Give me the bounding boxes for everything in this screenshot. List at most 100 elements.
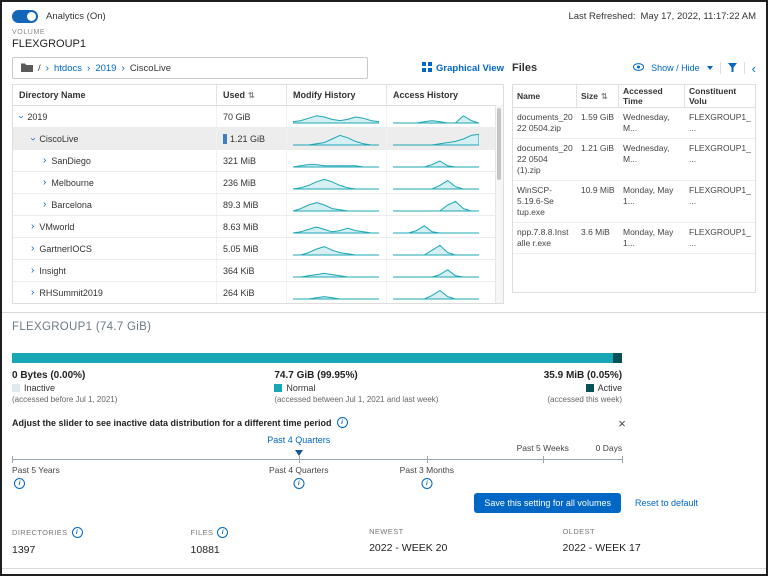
eye-icon — [633, 63, 644, 73]
volume-label: VOLUME — [12, 29, 756, 36]
slider-current-value: Past 4 Quarters — [267, 435, 330, 445]
file-name: npp.7.8.8.Installe r.exe — [513, 223, 577, 253]
info-icon[interactable]: i — [217, 527, 228, 538]
graphical-view-label: Graphical View — [436, 63, 504, 74]
breadcrumb-root[interactable]: / — [38, 63, 41, 74]
used-value: 364 KiB — [223, 266, 255, 276]
directory-table-body: › 2019 70 GiB › CiscoLive 1.21 GiB › San… — [13, 106, 503, 303]
col-modify-history: Modify History — [287, 85, 387, 105]
directory-row[interactable]: › CiscoLive 1.21 GiB — [13, 128, 503, 150]
slider-track — [12, 459, 622, 460]
directory-row[interactable]: › GartnerIOCS 5.05 MiB — [13, 238, 503, 260]
expand-chevron-icon[interactable]: › — [31, 288, 34, 298]
expand-chevron-icon[interactable]: › — [31, 266, 34, 276]
file-row[interactable]: documents_2022 0504 (1).zip 1.21 GiB Wed… — [513, 139, 755, 181]
file-constituent-volume: FLEXGROUP1_... — [685, 223, 755, 253]
file-name: documents_2022 0504.zip — [513, 108, 577, 138]
reset-to-default-link[interactable]: Reset to default — [635, 498, 698, 508]
active-value: 35.9 MiB (0.05%) — [544, 370, 622, 381]
page-title: FLEXGROUP1 — [12, 38, 756, 50]
directory-table: Directory Name Used⇅ Modify History Acce… — [12, 84, 504, 304]
expand-chevron-icon[interactable]: › — [43, 178, 46, 188]
stat-inactive: 0 Bytes (0.00%) Inactive (accessed befor… — [12, 370, 117, 404]
col-directory-name: Directory Name — [13, 85, 217, 105]
modify-history-sparkline — [287, 260, 387, 281]
file-accessed-time: Wednesday, M... — [619, 139, 685, 180]
modify-history-sparkline — [287, 172, 387, 193]
close-icon[interactable]: × — [618, 417, 626, 430]
expand-chevron-icon[interactable]: › — [28, 137, 38, 140]
modify-history-sparkline — [287, 128, 387, 149]
file-row[interactable]: npp.7.8.8.Installe r.exe 3.6 MiB Monday,… — [513, 223, 755, 254]
info-icon[interactable]: i — [293, 478, 304, 489]
expand-chevron-icon[interactable]: › — [16, 115, 26, 118]
analytics-toggle[interactable] — [12, 10, 38, 23]
stat-normal: 74.7 GiB (99.95%) Normal (accessed betwe… — [274, 370, 438, 404]
file-row[interactable]: documents_2022 0504.zip 1.59 GiB Wednesd… — [513, 108, 755, 139]
show-hide-button[interactable]: Show / Hide — [651, 63, 700, 73]
activity-section: FLEXGROUP1 (74.7 GiB) 0 Bytes (0.00%) In… — [12, 313, 756, 569]
directory-row[interactable]: › RHSummit2019 264 KiB — [13, 282, 503, 303]
access-history-sparkline — [387, 128, 503, 149]
modify-history-sparkline — [287, 106, 387, 127]
directory-name: SanDiego — [51, 156, 91, 166]
directory-row[interactable]: › Melbourne 236 MiB — [13, 172, 503, 194]
summary-newest: NEWEST 2022 - WEEK 20 — [369, 527, 562, 556]
access-history-sparkline — [387, 260, 503, 281]
summary-files: FILESi 10881 — [191, 527, 370, 556]
analytics-toggle-label: Analytics (On) — [46, 11, 106, 22]
directory-row[interactable]: › Insight 364 KiB — [13, 260, 503, 282]
info-icon[interactable]: i — [337, 417, 348, 428]
slider-tick — [427, 456, 428, 463]
col-used-sort[interactable]: Used⇅ — [217, 85, 287, 105]
file-row[interactable]: WinSCP-5.19.6-Se tup.exe 10.9 MiB Monday… — [513, 181, 755, 223]
top-bar: Analytics (On) Last Refreshed: May 17, 2… — [12, 10, 756, 23]
inactive-swatch — [12, 384, 20, 392]
access-history-sparkline — [387, 172, 503, 193]
expand-chevron-icon[interactable]: › — [43, 200, 46, 210]
slider-actions: Save this setting for all volumes Reset … — [12, 493, 756, 513]
directory-row[interactable]: › Barcelona 89.3 MiB — [13, 194, 503, 216]
last-refreshed-label: Last Refreshed: — [568, 11, 635, 22]
info-icon[interactable]: i — [72, 527, 83, 538]
collapse-panel-icon[interactable]: ‹ — [752, 62, 756, 75]
info-icon[interactable]: i — [14, 478, 25, 489]
sort-icon: ⇅ — [248, 91, 255, 100]
vertical-scrollbar[interactable] — [495, 105, 503, 303]
graphical-view-button[interactable]: Graphical View — [422, 62, 504, 75]
col-access-history: Access History — [387, 85, 503, 105]
expand-chevron-icon[interactable]: › — [31, 222, 34, 232]
app-window: Analytics (On) Last Refreshed: May 17, 2… — [0, 0, 768, 576]
active-label: Active — [598, 383, 623, 393]
file-accessed-time: Monday, May 1... — [619, 181, 685, 222]
inactive-note: (accessed before Jul 1, 2021) — [12, 395, 117, 404]
modify-history-sparkline — [287, 194, 387, 215]
files-table-body: documents_2022 0504.zip 1.59 GiB Wednesd… — [513, 108, 755, 254]
file-size: 1.21 GiB — [577, 139, 619, 180]
slider-tick-label: Past 5 Weeks — [517, 443, 569, 453]
directory-row[interactable]: › 2019 70 GiB — [13, 106, 503, 128]
file-accessed-time: Wednesday, M... — [619, 108, 685, 138]
directory-row[interactable]: › VMworld 8.63 MiB — [13, 216, 503, 238]
activity-stats: 0 Bytes (0.00%) Inactive (accessed befor… — [12, 370, 622, 408]
time-slider[interactable]: Past 4 Quarters Past 5 YearsiPast 4 Quar… — [12, 435, 622, 491]
expand-chevron-icon[interactable]: › — [31, 244, 34, 254]
filter-icon[interactable] — [728, 63, 737, 74]
save-settings-button[interactable]: Save this setting for all volumes — [474, 493, 621, 513]
col-file-size-sort[interactable]: Size⇅ — [577, 85, 619, 107]
divider — [744, 62, 745, 74]
breadcrumb-link-htdocs[interactable]: htdocs — [54, 63, 82, 74]
active-note: (accessed this week) — [544, 395, 622, 404]
breadcrumb: / › htdocs › 2019 › CiscoLive — [12, 57, 368, 79]
main-area: / › htdocs › 2019 › CiscoLive Graphical … — [12, 56, 756, 304]
breadcrumb-link-2019[interactable]: 2019 — [95, 63, 116, 74]
used-bar-icon — [223, 134, 227, 144]
info-icon[interactable]: i — [421, 478, 432, 489]
directory-row[interactable]: › SanDiego 321 MiB — [13, 150, 503, 172]
breadcrumb-current: CiscoLive — [130, 63, 171, 74]
scrollbar-thumb[interactable] — [497, 108, 501, 180]
file-name: documents_2022 0504 (1).zip — [513, 139, 577, 180]
grid-view-icon — [422, 62, 432, 75]
expand-chevron-icon[interactable]: › — [43, 156, 46, 166]
used-value: 321 MiB — [223, 156, 256, 166]
